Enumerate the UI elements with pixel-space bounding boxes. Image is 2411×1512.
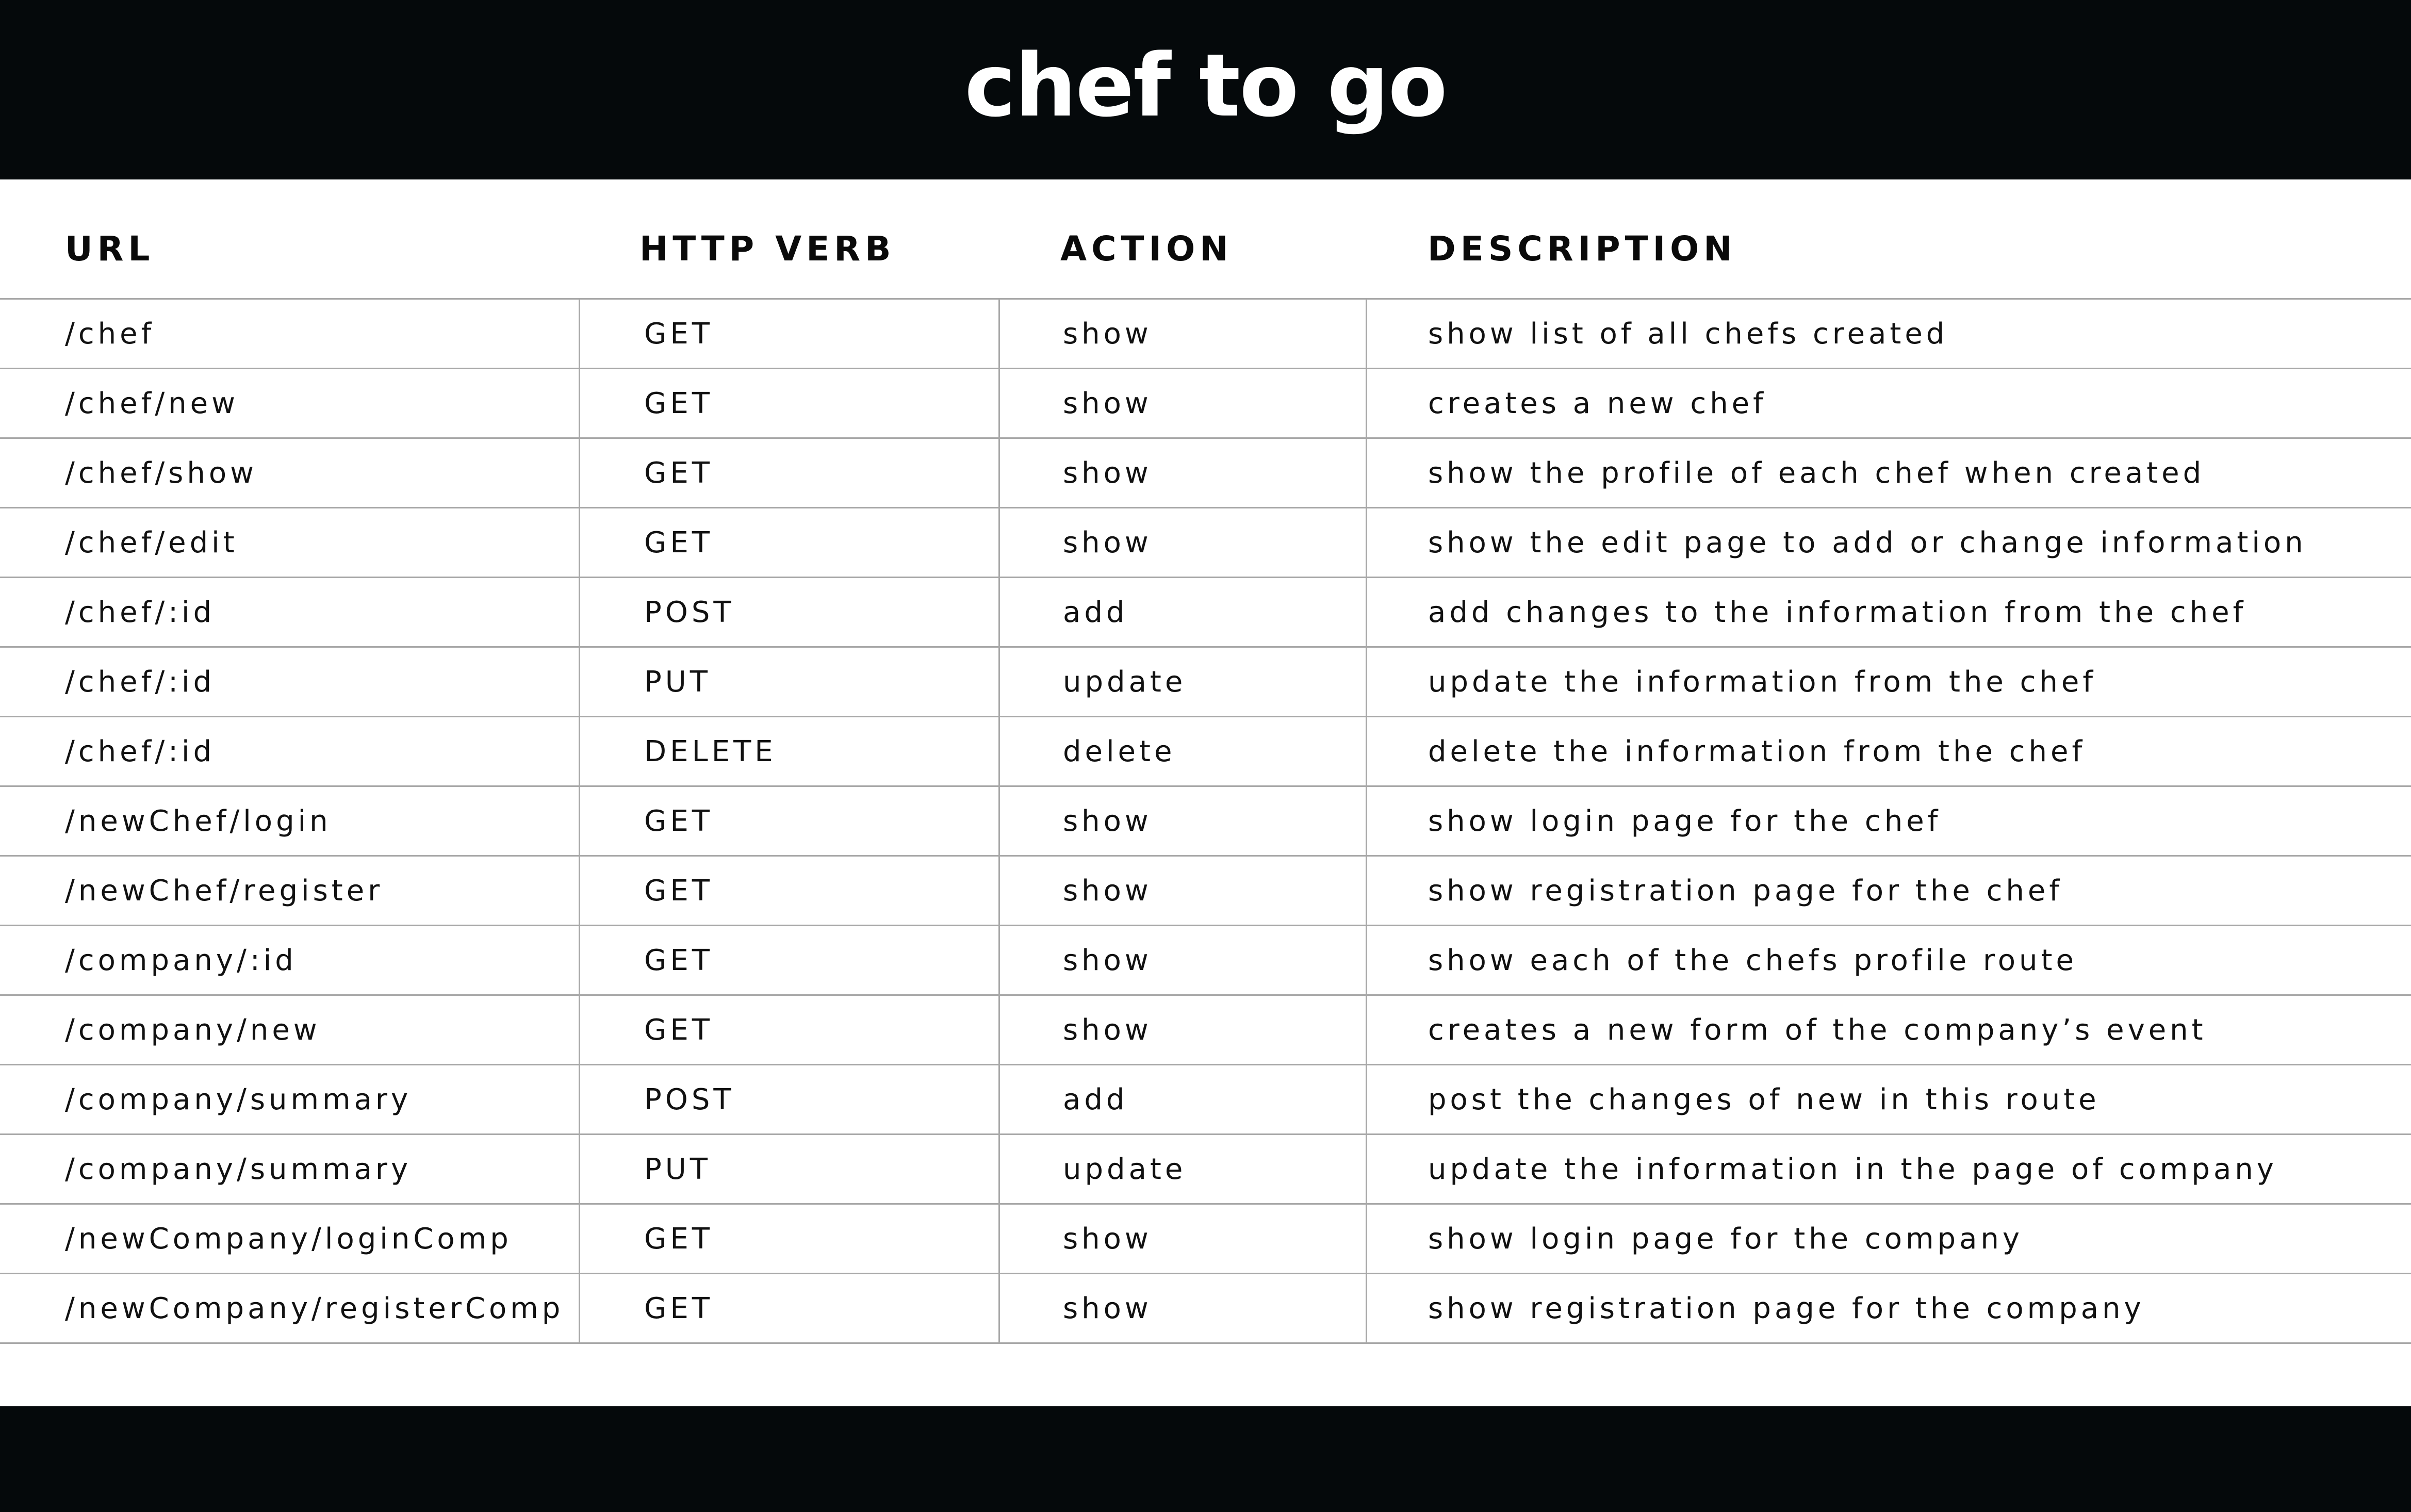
description-cell: update the information from the chef	[1366, 648, 2411, 716]
column-header-http-verb: HTTP VERB	[639, 229, 896, 269]
description-cell: show registration page for the company	[1366, 1274, 2411, 1342]
url-cell: /chef	[65, 317, 155, 351]
action-cell: show	[998, 787, 1366, 855]
http-verb-cell: GET	[579, 996, 998, 1064]
table-header: URL HTTP VERB ACTION DESCRIPTION	[0, 217, 2411, 299]
table-row: /newCompany/registerComp GET show show regi…	[0, 1273, 2411, 1344]
action-cell: show	[998, 300, 1366, 368]
url-cell: /newChef/register	[65, 874, 384, 908]
http-verb-cell: POST	[579, 1065, 998, 1133]
description-cell: show registration page for the chef	[1366, 857, 2411, 925]
table-row: /company/:id GET show show each of the chef…	[0, 925, 2411, 994]
table-row: /newChef/register GET show show registratio…	[0, 855, 2411, 925]
http-verb-cell: GET	[579, 787, 998, 855]
header-bar: chef to go	[0, 0, 2411, 179]
url-cell: /chef/edit	[65, 525, 238, 560]
description-cell: creates a new chef	[1366, 369, 2411, 437]
description-cell: show the edit page to add or change info…	[1366, 508, 2411, 577]
action-cell: update	[998, 1135, 1366, 1203]
description-cell: show each of the chefs profile route	[1366, 926, 2411, 994]
table-row: /chef/:id PUT update update the information…	[0, 646, 2411, 716]
url-cell: /newChef/login	[65, 804, 332, 838]
url-cell: /chef/:id	[65, 665, 216, 699]
description-cell: creates a new form of the company’s even…	[1366, 996, 2411, 1064]
table-row: /chef/show GET show show the profile of eac…	[0, 437, 2411, 507]
description-cell: delete the information from the chef	[1366, 717, 2411, 785]
action-cell: show	[998, 369, 1366, 437]
url-cell: /company/new	[65, 1013, 321, 1047]
table-row: /newChef/login GET show show login page for…	[0, 785, 2411, 855]
table-row: /chef/:id POST add add changes to the infor…	[0, 577, 2411, 646]
url-cell: /chef/show	[65, 456, 257, 490]
column-header-action: ACTION	[1060, 229, 1233, 269]
table-row: /company/summary POST add post the changes …	[0, 1064, 2411, 1133]
url-cell: /chef/:id	[65, 734, 216, 768]
action-cell: show	[998, 1274, 1366, 1342]
table-row: /chef GET show show list of all chefs creat…	[0, 298, 2411, 368]
http-verb-cell: PUT	[579, 648, 998, 716]
http-verb-cell: GET	[579, 300, 998, 368]
action-cell: update	[998, 648, 1366, 716]
table-row: /chef/edit GET show show the edit page to a…	[0, 507, 2411, 577]
description-cell: show the profile of each chef when creat…	[1366, 439, 2411, 507]
action-cell: delete	[998, 717, 1366, 785]
http-verb-cell: GET	[579, 926, 998, 994]
url-cell: /newCompany/loginComp	[65, 1222, 512, 1256]
url-cell: /company/:id	[65, 943, 297, 977]
action-cell: show	[998, 1205, 1366, 1273]
http-verb-cell: POST	[579, 578, 998, 646]
http-verb-cell: GET	[579, 369, 998, 437]
url-cell: /company/summary	[65, 1152, 412, 1186]
action-cell: add	[998, 1065, 1366, 1133]
column-header-description: DESCRIPTION	[1428, 229, 1737, 269]
http-verb-cell: GET	[579, 439, 998, 507]
page-title: chef to go	[964, 35, 1448, 136]
description-cell: show login page for the chef	[1366, 787, 2411, 855]
action-cell: show	[998, 857, 1366, 925]
table-row: /chef/new GET show creates a new chef	[0, 368, 2411, 437]
action-cell: add	[998, 578, 1366, 646]
url-cell: /company/summary	[65, 1082, 412, 1116]
action-cell: show	[998, 508, 1366, 577]
action-cell: show	[998, 439, 1366, 507]
description-cell: show login page for the company	[1366, 1205, 2411, 1273]
url-cell: /chef/new	[65, 386, 239, 420]
description-cell: add changes to the information from the …	[1366, 578, 2411, 646]
table-row: /newCompany/loginComp GET show show login p…	[0, 1203, 2411, 1273]
table-row: /company/new GET show creates a new form of…	[0, 994, 2411, 1064]
routes-table: /chef GET show show list of all chefs creat…	[0, 298, 2411, 1344]
http-verb-cell: DELETE	[579, 717, 998, 785]
http-verb-cell: GET	[579, 857, 998, 925]
description-cell: show list of all chefs created	[1366, 300, 2411, 368]
table-row: /company/summary PUT update update the info…	[0, 1133, 2411, 1203]
column-header-url: URL	[65, 229, 155, 269]
action-cell: show	[998, 926, 1366, 994]
footer-bar	[0, 1406, 2411, 1512]
description-cell: update the information in the page of co…	[1366, 1135, 2411, 1203]
http-verb-cell: GET	[579, 1205, 998, 1273]
table-row: /chef/:id DELETE delete delete the informat…	[0, 716, 2411, 785]
url-cell: /newCompany/registerComp	[65, 1291, 564, 1325]
http-verb-cell: GET	[579, 508, 998, 577]
http-verb-cell: PUT	[579, 1135, 998, 1203]
http-verb-cell: GET	[579, 1274, 998, 1342]
description-cell: post the changes of new in this route	[1366, 1065, 2411, 1133]
url-cell: /chef/:id	[65, 595, 216, 629]
action-cell: show	[998, 996, 1366, 1064]
